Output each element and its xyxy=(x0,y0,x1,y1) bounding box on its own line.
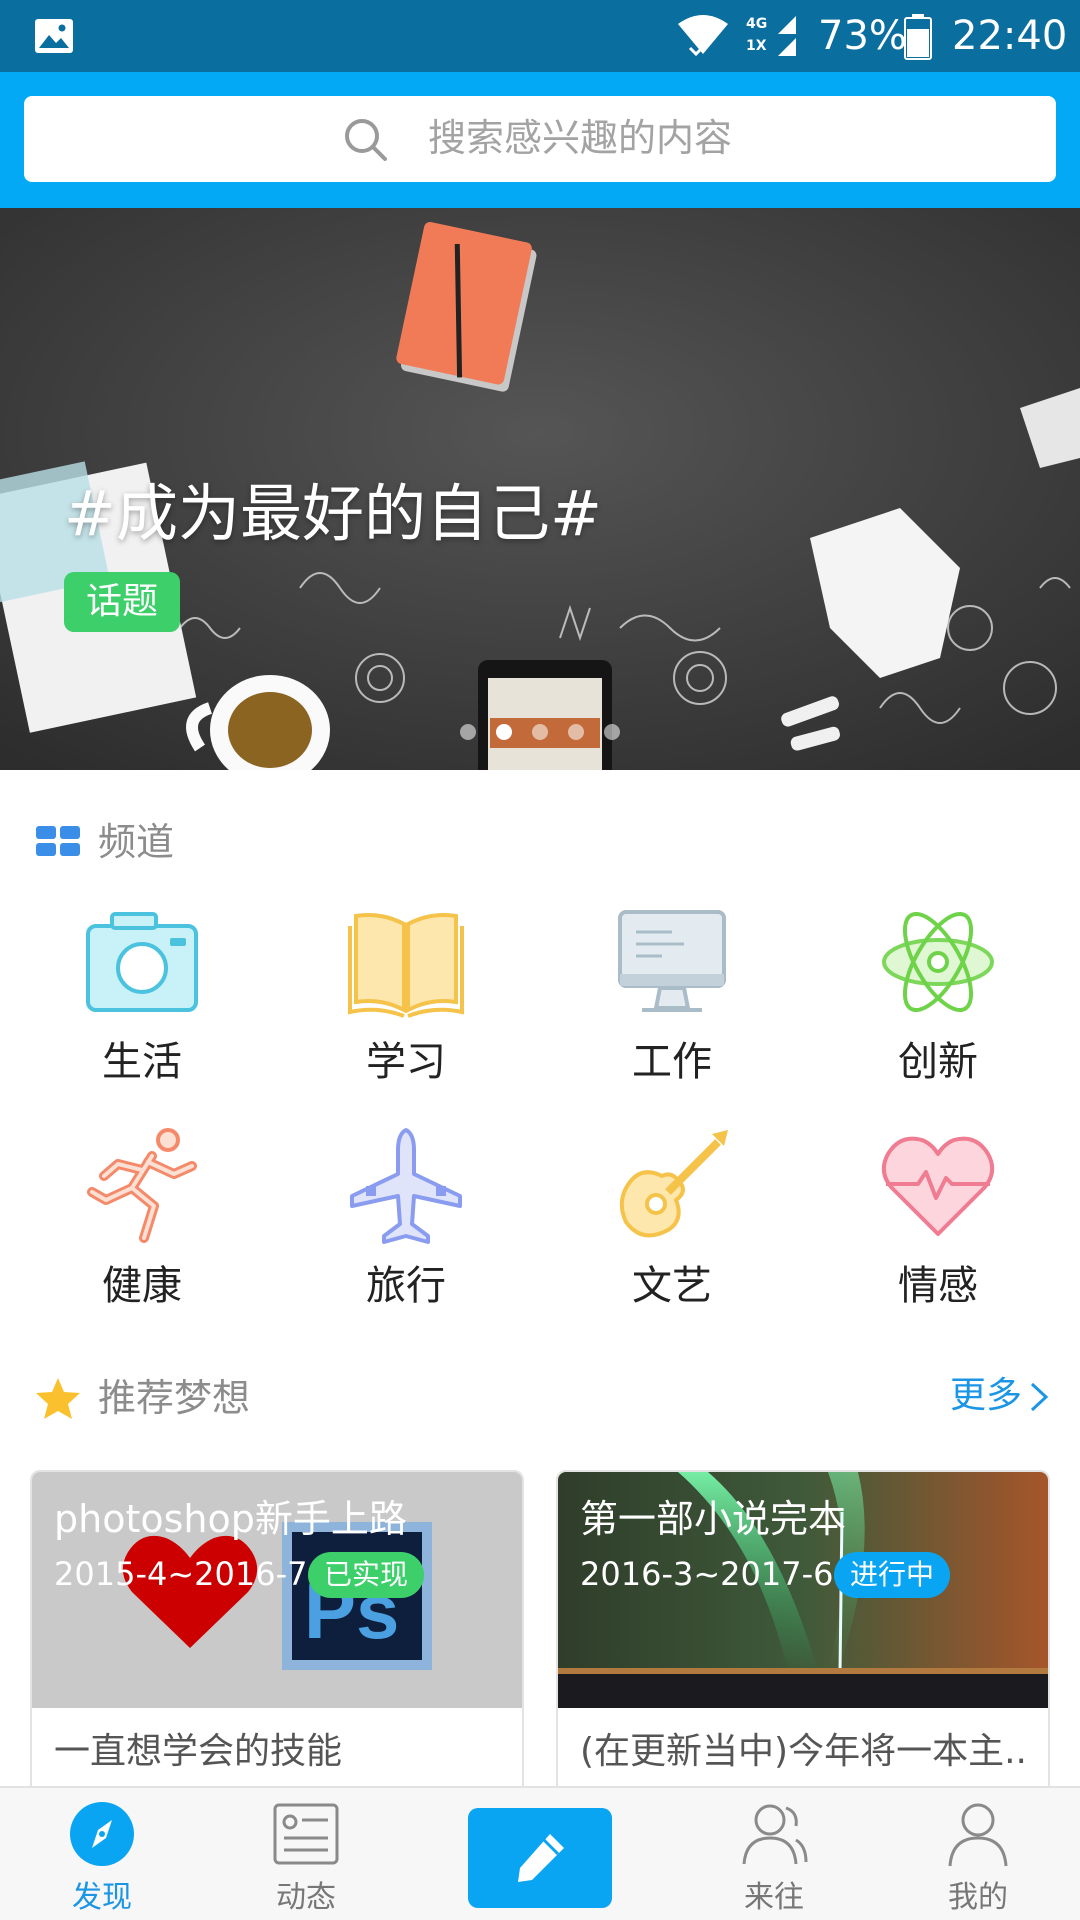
cellular-signal-icon: 4G 1X xyxy=(744,14,796,58)
compose-button[interactable] xyxy=(468,1808,612,1908)
channel-health[interactable]: 健康 xyxy=(42,1126,242,1326)
pagination-dot xyxy=(460,724,476,740)
atom-icon xyxy=(882,911,994,1013)
channel-label: 工作 xyxy=(632,1039,712,1085)
dream-card-description: (在更新当中)今年将一本主... xyxy=(580,1731,1030,1772)
nav-label: 来往 xyxy=(744,1880,804,1915)
news-card-icon xyxy=(273,1803,339,1865)
channel-label: 创新 xyxy=(898,1039,978,1085)
banner-title: #成为最好的自己# xyxy=(64,477,602,550)
nav-profile[interactable]: 我的 xyxy=(908,1800,1048,1920)
search-placeholder: 搜索感兴趣的内容 xyxy=(428,116,733,160)
nav-label: 发现 xyxy=(72,1880,132,1915)
status-time: 22:40 xyxy=(952,13,1068,59)
monitor-icon xyxy=(618,910,726,1012)
dream-card-title: photoshop新手上路 xyxy=(54,1497,407,1541)
gallery-notification-icon xyxy=(35,19,73,53)
channel-label: 健康 xyxy=(102,1263,182,1309)
nav-label: 我的 xyxy=(948,1880,1008,1915)
dream-card[interactable]: 第一部小说完本 2016-3~2017-6 进行中 (在更新当中)今年将一本主.… xyxy=(556,1470,1050,1800)
topic-banner[interactable]: #成为最好的自己# 话题 xyxy=(0,208,1080,770)
recommend-heading-label: 推荐梦想 xyxy=(98,1376,251,1420)
bottom-navigation: 发现 动态 来往 我的 xyxy=(0,1786,1080,1920)
search-header: 搜索感兴趣的内容 xyxy=(0,72,1080,208)
camera-icon xyxy=(86,912,198,1012)
chevron-right-icon xyxy=(1030,1382,1049,1412)
channel-travel[interactable]: 旅行 xyxy=(306,1126,506,1326)
status-bar: 4G 1X 73% 22:40 xyxy=(0,0,1080,72)
airplane-icon xyxy=(350,1128,462,1244)
runner-icon xyxy=(87,1128,197,1243)
more-link[interactable]: 更多 xyxy=(950,1370,1052,1422)
pagination-dot xyxy=(568,724,584,740)
channels-heading-label: 频道 xyxy=(98,820,175,864)
search-input[interactable]: 搜索感兴趣的内容 xyxy=(24,96,1056,182)
nav-discover[interactable]: 发现 xyxy=(32,1800,172,1920)
battery-icon xyxy=(904,14,932,60)
dream-card-title: 第一部小说完本 xyxy=(580,1497,847,1541)
pencil-icon xyxy=(518,1834,564,1882)
guitar-icon xyxy=(619,1130,728,1238)
network-type-bottom: 1X xyxy=(746,38,767,54)
app-screen: 4G 1X 73% 22:40 搜索感兴趣的内容 #成为最好的自己# 话题 频道… xyxy=(0,0,1080,1920)
pagination-dot xyxy=(604,724,620,740)
person-icon xyxy=(948,1803,1008,1867)
wifi-icon xyxy=(678,15,728,57)
channel-label: 情感 xyxy=(898,1263,978,1309)
heart-pulse-icon xyxy=(881,1136,995,1236)
channel-label: 生活 xyxy=(102,1039,182,1085)
channel-work[interactable]: 工作 xyxy=(572,902,772,1102)
grid-icon xyxy=(36,826,80,856)
channel-innovation[interactable]: 创新 xyxy=(838,902,1038,1102)
people-icon xyxy=(742,1804,808,1865)
channel-arts[interactable]: 文艺 xyxy=(572,1126,772,1326)
dream-card-dates: 2015-4~2016-7 xyxy=(54,1555,308,1593)
dream-status-badge: 进行中 xyxy=(834,1552,951,1598)
dream-status-badge: 已实现 xyxy=(308,1552,425,1598)
channel-label: 旅行 xyxy=(366,1263,446,1309)
compass-icon xyxy=(70,1802,134,1866)
channel-life[interactable]: 生活 xyxy=(42,902,242,1102)
banner-pagination xyxy=(460,724,640,740)
pagination-dot-active xyxy=(496,724,512,740)
battery-percentage: 73% xyxy=(818,13,907,59)
channel-label: 文艺 xyxy=(632,1263,712,1309)
dream-card-dates: 2016-3~2017-6 xyxy=(580,1555,834,1593)
channel-emotion[interactable]: 情感 xyxy=(838,1126,1038,1326)
more-link-label: 更多 xyxy=(950,1375,1023,1416)
pagination-dot xyxy=(532,724,548,740)
nav-label: 动态 xyxy=(276,1880,336,1915)
dream-card-description: 一直想学会的技能 xyxy=(54,1731,343,1772)
dream-card[interactable]: Ps photoshop新手上路 2015-4~2016-7 已实现 一直想学会… xyxy=(30,1470,524,1800)
book-icon xyxy=(348,913,464,1018)
star-icon xyxy=(36,1378,80,1419)
nav-feed[interactable]: 动态 xyxy=(236,1800,376,1920)
channel-label: 学习 xyxy=(366,1039,446,1085)
banner-topic-tag: 话题 xyxy=(64,572,181,632)
nav-contacts[interactable]: 来往 xyxy=(704,1800,844,1920)
search-icon xyxy=(345,119,387,161)
network-type-top: 4G xyxy=(746,16,768,32)
channel-study[interactable]: 学习 xyxy=(306,902,506,1102)
